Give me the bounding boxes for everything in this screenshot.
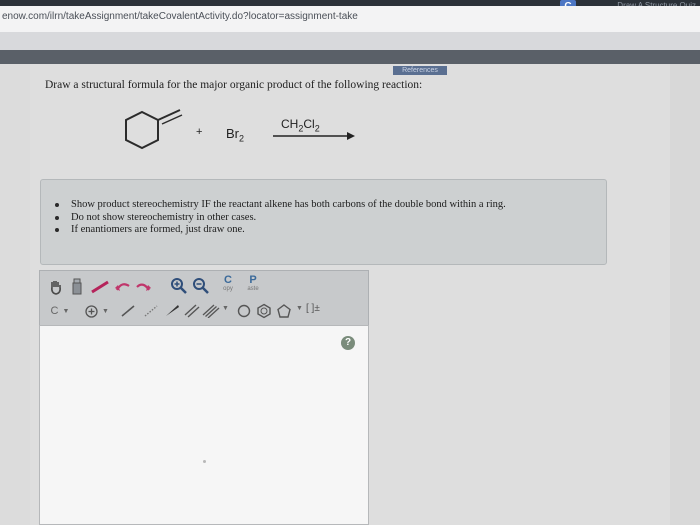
charge-plus-icon [85,304,98,318]
solvent-ch: CH [281,117,299,131]
toolbar-strip [0,32,700,51]
reagent-subscript: 2 [239,133,245,144]
undo-icon[interactable] [114,280,132,294]
bracket-tool[interactable]: [ ]± [306,303,320,314]
question-prompt: Draw a structural formula for the major … [45,79,423,91]
redo-icon[interactable] [134,280,152,294]
element-label: C [50,305,59,317]
copy-label: C [224,274,232,286]
references-button[interactable]: References [393,66,447,75]
right-margin [670,64,700,525]
cyclopropane-icon[interactable] [236,303,252,319]
url-text[interactable]: enow.com/ilrn/takeAssignment/takeCovalen… [2,11,358,22]
double-bond-icon[interactable] [184,304,200,318]
pentagon-icon[interactable] [276,303,292,319]
help-icon[interactable]: ? [341,336,355,350]
erase-icon[interactable] [70,278,84,296]
instructions-list: Show product stereochemistry IF the reac… [55,199,506,237]
header-band [0,50,700,64]
single-bond-icon[interactable] [120,304,136,318]
chevron-down-icon[interactable]: ▼ [296,305,303,312]
instruction-item: Show product stereochemistry IF the reac… [55,199,506,210]
reagent-symbol: Br [226,126,239,141]
reagent-br2: Br2 [226,126,244,144]
zoom-in-icon[interactable] [170,277,188,295]
reactant-structure [125,109,183,150]
paste-sublabel: aste [247,286,259,292]
charge-select[interactable]: ▼ [82,303,112,319]
copy-button[interactable]: C opy [218,275,238,295]
plus-sign: + [196,126,203,138]
exocyclic-bond [157,109,181,121]
benzene-icon[interactable] [256,303,272,319]
hash-bond-icon[interactable] [143,304,159,318]
paste-button[interactable]: P aste [242,275,264,295]
cyclohexane-ring [125,110,159,150]
chevron-down-icon: ▼ [62,307,70,315]
instructions-box: Show product stereochemistry IF the reac… [40,179,607,265]
canvas-dot [203,460,206,463]
pencil-icon[interactable] [90,280,110,294]
zoom-out-icon[interactable] [192,277,210,295]
instruction-item: If enantiomers are formed, just draw one… [55,224,506,237]
solvent-cl: Cl [303,117,315,131]
element-select[interactable]: C ▼ [46,303,74,319]
reaction-arrow [273,132,355,140]
copy-sublabel: opy [223,286,233,292]
chevron-down-icon: ▼ [102,307,109,315]
instruction-item: Do not show stereochemistry in other cas… [55,212,506,225]
address-bar[interactable]: enow.com/ilrn/takeAssignment/takeCovalen… [0,6,700,33]
drawing-canvas[interactable] [39,325,369,525]
wedge-bond-icon[interactable] [164,304,180,318]
move-hand-icon[interactable] [49,279,63,295]
chevron-down-icon[interactable]: ▼ [222,305,229,312]
triple-bond-icon[interactable] [202,304,220,318]
paste-label: P [249,274,257,286]
